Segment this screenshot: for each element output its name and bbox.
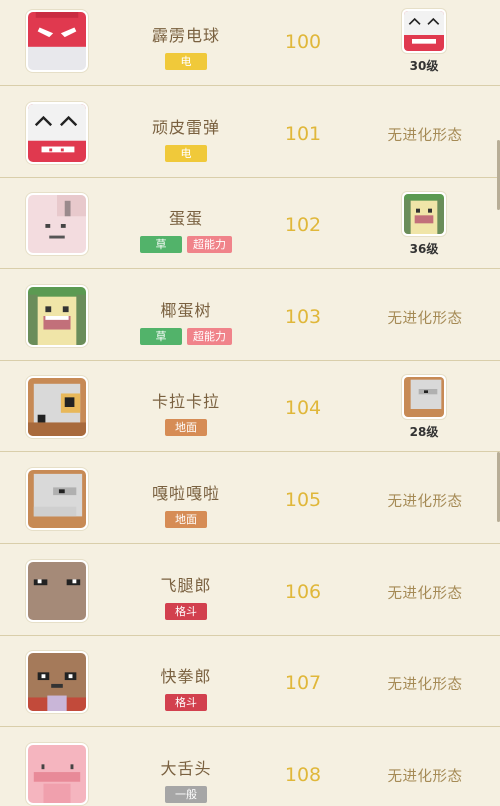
pokemon-row[interactable]: 顽皮雷弹 电 101 无进化形态 [0,87,500,178]
type-list: 电 [130,53,242,70]
pokemon-row[interactable]: 嘎啦嘎啦 地面 105 无进化形态 [0,453,500,544]
type-list: 地面 [130,419,242,437]
no-evolution-label: 无进化形态 [387,585,463,602]
type-list: 电 [130,144,242,162]
exeggutor-icon [28,286,86,345]
marowak-evo-icon [404,377,444,418]
pokemon-name: 飞腿郎 [160,575,212,595]
type-badge: 草 [140,236,182,254]
exeggcute-icon [28,195,86,254]
type-list: 一般 [130,785,242,803]
evolution-sprite[interactable] [402,375,446,420]
pokemon-row[interactable]: 霹雳电球 电 100 30级 [0,0,500,86]
pokemon-number: 104 [284,397,322,420]
no-evolution-label: 无进化形态 [387,127,463,144]
pokemon-number: 102 [284,214,322,237]
marowak-icon [28,470,86,528]
evolution-level: 36级 [409,242,439,257]
pokemon-number: 103 [284,305,322,328]
pokemon-name: 大舌头 [160,758,212,778]
type-badge: 地面 [165,419,207,437]
type-badge: 电 [165,53,207,70]
pokemon-row[interactable]: 蛋蛋 草超能力 102 36级 [0,178,500,270]
no-evolution-label: 无进化形态 [387,768,463,785]
electrode-icon [28,12,86,70]
pokemon-name: 顽皮雷弹 [151,117,220,137]
pokemon-number: 105 [284,489,322,511]
hitmonlee-icon [28,561,86,620]
evolution-level: 30级 [409,59,439,73]
pokemon-number: 108 [284,763,322,786]
type-badge: 超能力 [187,236,232,254]
type-list: 草超能力 [130,327,242,345]
pokemon-avatar[interactable] [26,559,88,622]
pokemon-number: 100 [284,31,322,53]
hitmonchan-icon [28,653,86,712]
evolution-sprite[interactable] [402,192,446,237]
electrode-evo-icon [404,11,444,51]
evolution-level: 28级 [409,425,439,440]
pokemon-avatar[interactable] [26,742,88,805]
type-badge: 超能力 [187,327,232,345]
type-badge: 一般 [165,785,207,803]
electrode-alt-icon [28,103,86,162]
pokemon-avatar[interactable] [26,376,88,439]
evolution-sprite[interactable] [402,9,446,53]
pokemon-avatar[interactable] [26,10,88,72]
type-badge: 电 [165,144,207,162]
pokemon-row[interactable]: 快拳郎 格斗 107 无进化形态 [0,636,500,728]
pokemon-name: 快拳郎 [160,667,212,687]
type-list: 格斗 [130,694,242,712]
type-badge: 格斗 [165,602,207,620]
pokemon-row[interactable]: 飞腿郎 格斗 106 无进化形态 [0,545,500,636]
pokemon-name: 卡拉卡拉 [151,392,220,412]
no-evolution-label: 无进化形态 [387,310,463,327]
pokemon-avatar[interactable] [26,468,88,530]
lickitung-icon [28,744,86,803]
pokemon-row[interactable]: 椰蛋树 草超能力 103 无进化形态 [0,270,500,361]
type-badge: 草 [140,327,182,345]
pokemon-name: 蛋蛋 [168,209,203,229]
exeggutor-evo-icon [404,194,444,235]
pokemon-row[interactable]: 卡拉卡拉 地面 104 28级 [0,361,500,453]
pokemon-number: 106 [284,580,322,603]
pokemon-avatar[interactable] [26,101,88,164]
pokemon-avatar[interactable] [26,651,88,714]
pokemon-avatar[interactable] [26,193,88,256]
pokemon-row[interactable]: 大舌头 一般 108 无进化形态 [0,728,500,806]
type-list: 地面 [130,511,242,528]
no-evolution-label: 无进化形态 [387,494,463,510]
pokemon-number: 101 [284,122,322,145]
pokemon-name: 霹雳电球 [151,26,220,45]
pokemon-name: 嘎啦嘎啦 [151,484,220,503]
no-evolution-label: 无进化形态 [387,677,463,694]
pokemon-name: 椰蛋树 [160,300,212,320]
pokemon-number: 107 [284,672,322,695]
type-list: 格斗 [130,602,242,620]
cubone-icon [28,378,86,437]
type-badge: 格斗 [165,694,207,712]
pokemon-avatar[interactable] [26,284,88,347]
type-badge: 地面 [165,511,207,528]
type-list: 草超能力 [130,236,242,254]
